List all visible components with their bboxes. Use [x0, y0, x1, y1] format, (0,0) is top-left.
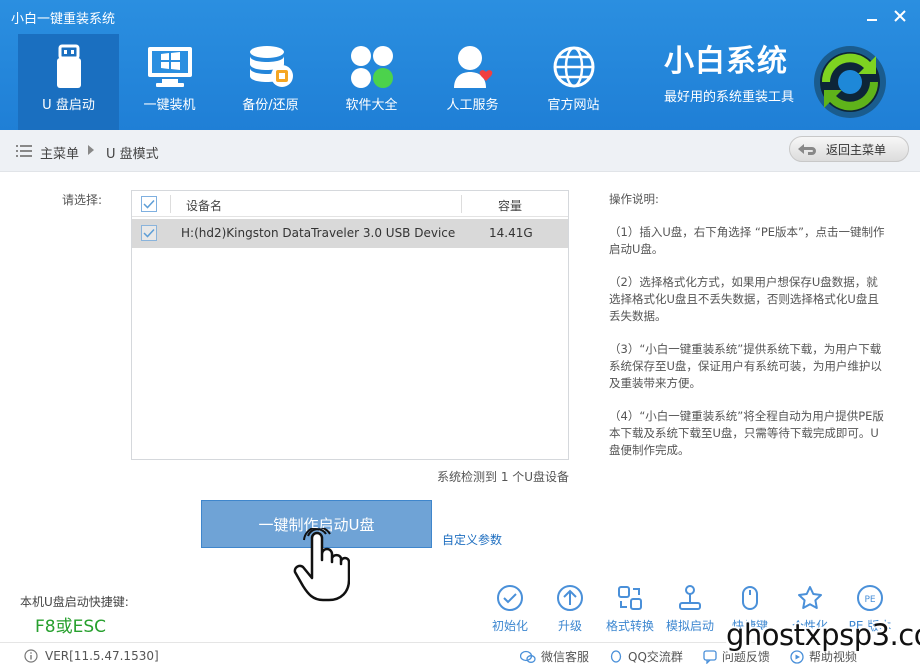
column-header-capacity: 容量 [498, 199, 523, 213]
tool-format-convert[interactable]: 格式转换 [600, 584, 660, 634]
wechat-support-link[interactable]: 微信客服 [520, 648, 589, 665]
table-row[interactable]: H:(hd2)Kingston DataTraveler 3.0 USB Dev… [132, 219, 568, 248]
triangle-right-icon [88, 145, 94, 155]
tool-simulate-boot[interactable]: 模拟启动 [660, 584, 720, 634]
nav-label: 备份/还原 [242, 98, 299, 113]
feedback-icon [703, 649, 717, 664]
apps-grid-icon [350, 46, 393, 88]
qq-icon [610, 649, 622, 663]
tool-label: 格式转换 [605, 619, 654, 633]
globe-icon [553, 46, 594, 88]
list-menu-icon [16, 145, 32, 157]
nav-label: 软件大全 [345, 98, 398, 113]
watermark: ghostxpsp3.com [726, 618, 920, 652]
device-capacity: 14.41G [489, 226, 533, 240]
checkmark-icon [143, 199, 155, 209]
instructions-title: 操作说明: [609, 192, 659, 206]
custom-params-link[interactable]: 自定义参数 [442, 531, 502, 548]
window-controls [862, 6, 910, 26]
instruction-step: （4）“小白一键重装系统”将全程自动为用户提供PE版本下载及系统下载至U盘，只需… [609, 409, 884, 457]
nav-item-usb-boot[interactable]: U 盘启动 [18, 34, 119, 130]
nav-item-one-click-install[interactable]: 一键装机 [119, 34, 220, 130]
mouse-icon [742, 586, 758, 610]
close-button[interactable] [890, 6, 910, 26]
back-button-label: 返回主菜单 [826, 142, 887, 157]
hotkey-label: 本机U盘启动快捷键: [20, 595, 129, 609]
nav-item-backup-restore[interactable]: 备份/还原 [220, 34, 321, 130]
back-arrow-icon [798, 144, 816, 155]
header: 小白一键重装系统 U 盘启动 一键装机 备份/还原 软件大全 人工服务 官方网站… [0, 0, 920, 130]
brand-name: 小白系统 [664, 44, 788, 79]
nav-item-support[interactable]: 人工服务 [422, 34, 523, 130]
brand: 小白系统 最好用的系统重装工具 [664, 44, 794, 105]
qq-group-link[interactable]: QQ交流群 [609, 648, 683, 665]
device-name: H:(hd2)Kingston DataTraveler 3.0 USB Dev… [181, 226, 456, 240]
convert-icon [618, 586, 642, 610]
info-icon [24, 649, 38, 663]
select-all-checkbox[interactable] [141, 196, 157, 212]
back-to-main-menu-button[interactable]: 返回主菜单 [789, 136, 909, 162]
select-label: 请选择: [62, 193, 103, 207]
database-backup-icon [249, 46, 293, 87]
instruction-step: （1）插入U盘，右下角选择 “PE版本”，点击一键制作启动U盘。 [609, 225, 885, 256]
star-icon [798, 586, 822, 609]
checkmark-icon [143, 228, 155, 238]
tool-upgrade[interactable]: 升级 [540, 584, 600, 634]
minimize-icon [867, 19, 877, 21]
main-nav: U 盘启动 一键装机 备份/还原 软件大全 人工服务 官方网站 [18, 34, 624, 130]
hand-cursor-icon [293, 528, 350, 602]
instruction-step: （2）选择格式化方式，如果用户想保存U盘数据，就选择格式化U盘且不丢失数据，否则… [609, 275, 879, 323]
table-header: 设备名 容量 [132, 191, 568, 217]
status-link-label: QQ交流群 [628, 650, 683, 664]
tool-label: 初始化 [491, 619, 528, 633]
minimize-button[interactable] [862, 6, 882, 26]
row-checkbox[interactable] [141, 225, 157, 241]
monitor-windows-icon [147, 47, 192, 87]
check-circle-icon [497, 585, 523, 611]
hotkey-value: F8或ESC [35, 617, 106, 637]
nav-label: 官方网站 [547, 98, 600, 113]
xiaobai-logo-icon [814, 46, 886, 118]
instructions-panel: 操作说明: （1）插入U盘，右下角选择 “PE版本”，点击一键制作启动U盘。 （… [609, 191, 889, 475]
app-title: 小白一键重装系统 [11, 12, 116, 27]
nav-item-website[interactable]: 官方网站 [523, 34, 624, 130]
support-person-icon [453, 46, 492, 88]
nav-label: 一键装机 [143, 98, 196, 113]
tool-label: 升级 [557, 619, 582, 633]
usb-drive-icon [56, 44, 81, 88]
detected-status: 系统检测到 1 个U盘设备 [437, 470, 570, 484]
version-text: VER[11.5.47.1530] [45, 649, 159, 663]
column-header-device: 设备名 [186, 199, 223, 213]
status-link-label: 微信客服 [541, 650, 590, 664]
wechat-icon [520, 650, 536, 663]
joystick-icon [679, 585, 701, 610]
tool-label: 模拟启动 [665, 619, 714, 633]
nav-label: U 盘启动 [42, 98, 95, 113]
close-icon [894, 10, 906, 22]
pe-icon: PE [857, 585, 883, 611]
brand-tagline: 最好用的系统重装工具 [664, 90, 795, 105]
instruction-step: （3）“小白一键重装系统”提供系统下载，为用户下载系统保存至U盘，保证用户有系统… [609, 342, 882, 390]
breadcrumb-current: U 盘模式 [106, 147, 159, 162]
breadcrumb-home[interactable]: 主菜单 [40, 143, 79, 162]
version-info: VER[11.5.47.1530] [24, 649, 159, 663]
upgrade-arrow-icon [557, 585, 583, 611]
breadcrumb: 主菜单 U 盘模式 [0, 130, 920, 172]
nav-item-software[interactable]: 软件大全 [321, 34, 422, 130]
nav-label: 人工服务 [446, 98, 499, 113]
device-table: 设备名 容量 H:(hd2)Kingston DataTraveler 3.0 … [131, 190, 569, 460]
tool-initialize[interactable]: 初始化 [480, 584, 540, 634]
svg-text:PE: PE [864, 595, 875, 605]
